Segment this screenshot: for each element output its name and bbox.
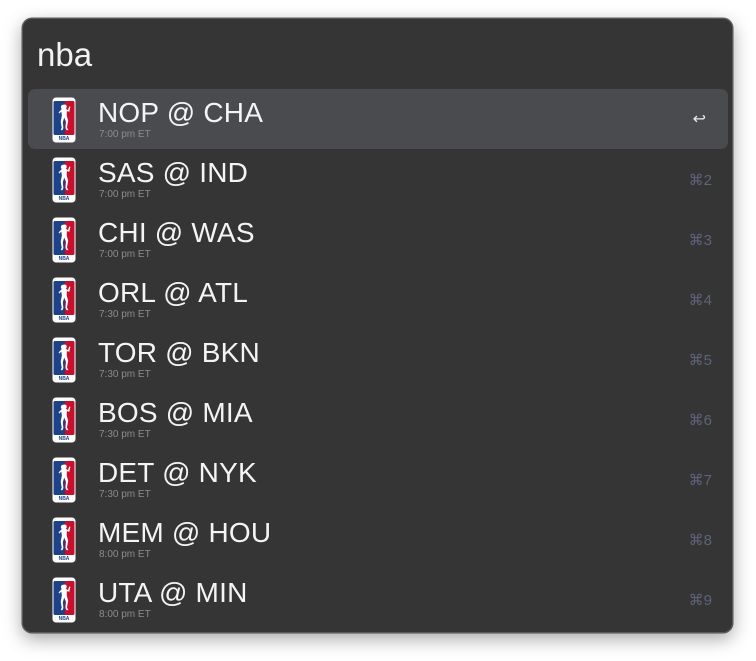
result-subtitle: 8:00 pm ET — [99, 609, 151, 620]
keyboard-shortcut: ⌘7 — [688, 472, 712, 489]
nba-logo-icon — [52, 577, 76, 623]
nba-logo-icon — [52, 397, 76, 443]
result-subtitle: 8:00 pm ET — [99, 549, 151, 560]
keyboard-shortcut: ⌘3 — [688, 232, 712, 249]
result-subtitle: 7:30 pm ET — [99, 309, 151, 320]
result-row[interactable]: CHI @ WAS 7:00 pm ET ⌘3 — [28, 209, 728, 269]
nba-logo-icon — [52, 517, 76, 563]
result-row[interactable]: SAS @ IND 7:00 pm ET ⌘2 — [28, 149, 728, 209]
result-row[interactable]: BOS @ MIA 7:30 pm ET ⌘6 — [28, 389, 728, 449]
result-subtitle: 7:30 pm ET — [99, 429, 151, 440]
keyboard-shortcut: ⌘4 — [688, 292, 712, 309]
keyboard-shortcut: ⌘6 — [688, 412, 712, 429]
result-title: SAS @ IND — [98, 157, 249, 188]
result-subtitle: 7:00 pm ET — [99, 189, 151, 200]
nba-logo-icon — [52, 97, 76, 143]
result-subtitle: 7:00 pm ET — [99, 249, 151, 260]
result-title: TOR @ BKN — [98, 337, 260, 368]
nba-logo-icon — [52, 337, 76, 383]
result-title: CHI @ WAS — [98, 217, 255, 248]
return-key-icon: ↩ — [692, 111, 706, 128]
nba-logo-icon — [52, 217, 76, 263]
launcher-window: NOP @ CHA 7:00 pm ET ↩ SAS @ IND 7:00 pm… — [22, 18, 733, 633]
nba-logo-icon — [52, 157, 76, 203]
nba-logo-icon — [52, 457, 76, 503]
result-row[interactable]: UTA @ MIN 8:00 pm ET ⌘9 — [28, 569, 728, 629]
result-row[interactable]: DET @ NYK 7:30 pm ET ⌘7 — [28, 449, 728, 509]
keyboard-shortcut: ⌘2 — [688, 172, 712, 189]
result-title: NOP @ CHA — [98, 97, 264, 128]
result-row[interactable]: NOP @ CHA 7:00 pm ET ↩ — [28, 89, 728, 149]
nba-logo-icon — [52, 277, 76, 323]
result-row[interactable]: ORL @ ATL 7:30 pm ET ⌘4 — [28, 269, 728, 329]
result-subtitle: 7:00 pm ET — [99, 129, 151, 140]
keyboard-shortcut: ⌘5 — [688, 352, 712, 369]
result-title: ORL @ ATL — [98, 277, 249, 308]
search-input[interactable] — [37, 33, 717, 77]
keyboard-shortcut: ⌘8 — [688, 532, 712, 549]
results-list: NOP @ CHA 7:00 pm ET ↩ SAS @ IND 7:00 pm… — [28, 89, 728, 629]
result-row[interactable]: TOR @ BKN 7:30 pm ET ⌘5 — [28, 329, 728, 389]
result-row[interactable]: MEM @ HOU 8:00 pm ET ⌘8 — [28, 509, 728, 569]
result-title: MEM @ HOU — [98, 517, 272, 548]
keyboard-shortcut: ⌘9 — [688, 592, 712, 609]
result-title: UTA @ MIN — [98, 577, 248, 608]
result-subtitle: 7:30 pm ET — [99, 369, 151, 380]
result-title: DET @ NYK — [98, 457, 257, 488]
result-subtitle: 7:30 pm ET — [99, 489, 151, 500]
result-title: BOS @ MIA — [98, 397, 253, 428]
